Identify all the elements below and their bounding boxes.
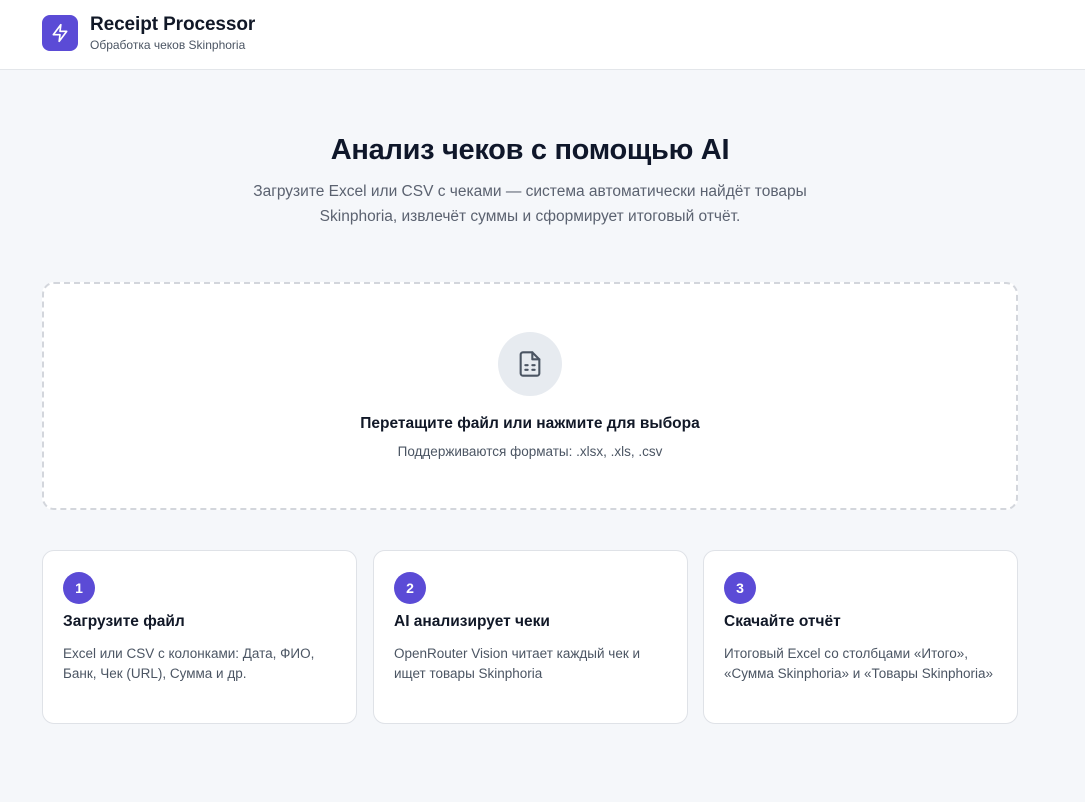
step-title: Скачайте отчёт <box>724 613 841 630</box>
step-card-analyze: 2 AI анализирует чеки OpenRouter Vision … <box>373 550 688 724</box>
step-description: Итоговый Excel со столбцами «Итого», «Су… <box>724 646 994 681</box>
step-number-badge: 3 <box>724 572 756 604</box>
step-card-upload: 1 Загрузите файл Excel или CSV с колонка… <box>42 550 357 724</box>
app-header: Receipt Processor Обработка чеков Skinph… <box>0 0 1085 70</box>
page-description: Загрузите Excel или CSV с чеками — систе… <box>253 183 807 225</box>
file-spreadsheet-icon <box>519 351 541 377</box>
step-title: Загрузите файл <box>63 613 185 630</box>
lightning-bolt-icon <box>52 23 68 43</box>
step-number-badge: 2 <box>394 572 426 604</box>
step-number-badge: 1 <box>63 572 95 604</box>
step-description: Excel или CSV с колонками: Дата, ФИО, Ба… <box>63 646 315 681</box>
dropzone-formats: Поддерживаются форматы: .xlsx, .xls, .cs… <box>397 444 663 459</box>
app-subtitle: Обработка чеков Skinphoria <box>90 38 246 52</box>
app-title: Receipt Processor <box>90 14 256 35</box>
file-dropzone[interactable]: Перетащите файл или нажмите для выбора П… <box>42 282 1018 510</box>
page-title: Анализ чеков с помощью AI <box>330 134 730 166</box>
app-logo <box>42 15 78 51</box>
step-description: OpenRouter Vision читает каждый чек и ищ… <box>394 646 641 681</box>
step-title: AI анализирует чеки <box>394 613 550 630</box>
dropzone-title: Перетащите файл или нажмите для выбора <box>360 415 700 432</box>
step-card-download: 3 Скачайте отчёт Итоговый Excel со столб… <box>703 550 1018 724</box>
file-icon-badge <box>498 332 562 396</box>
